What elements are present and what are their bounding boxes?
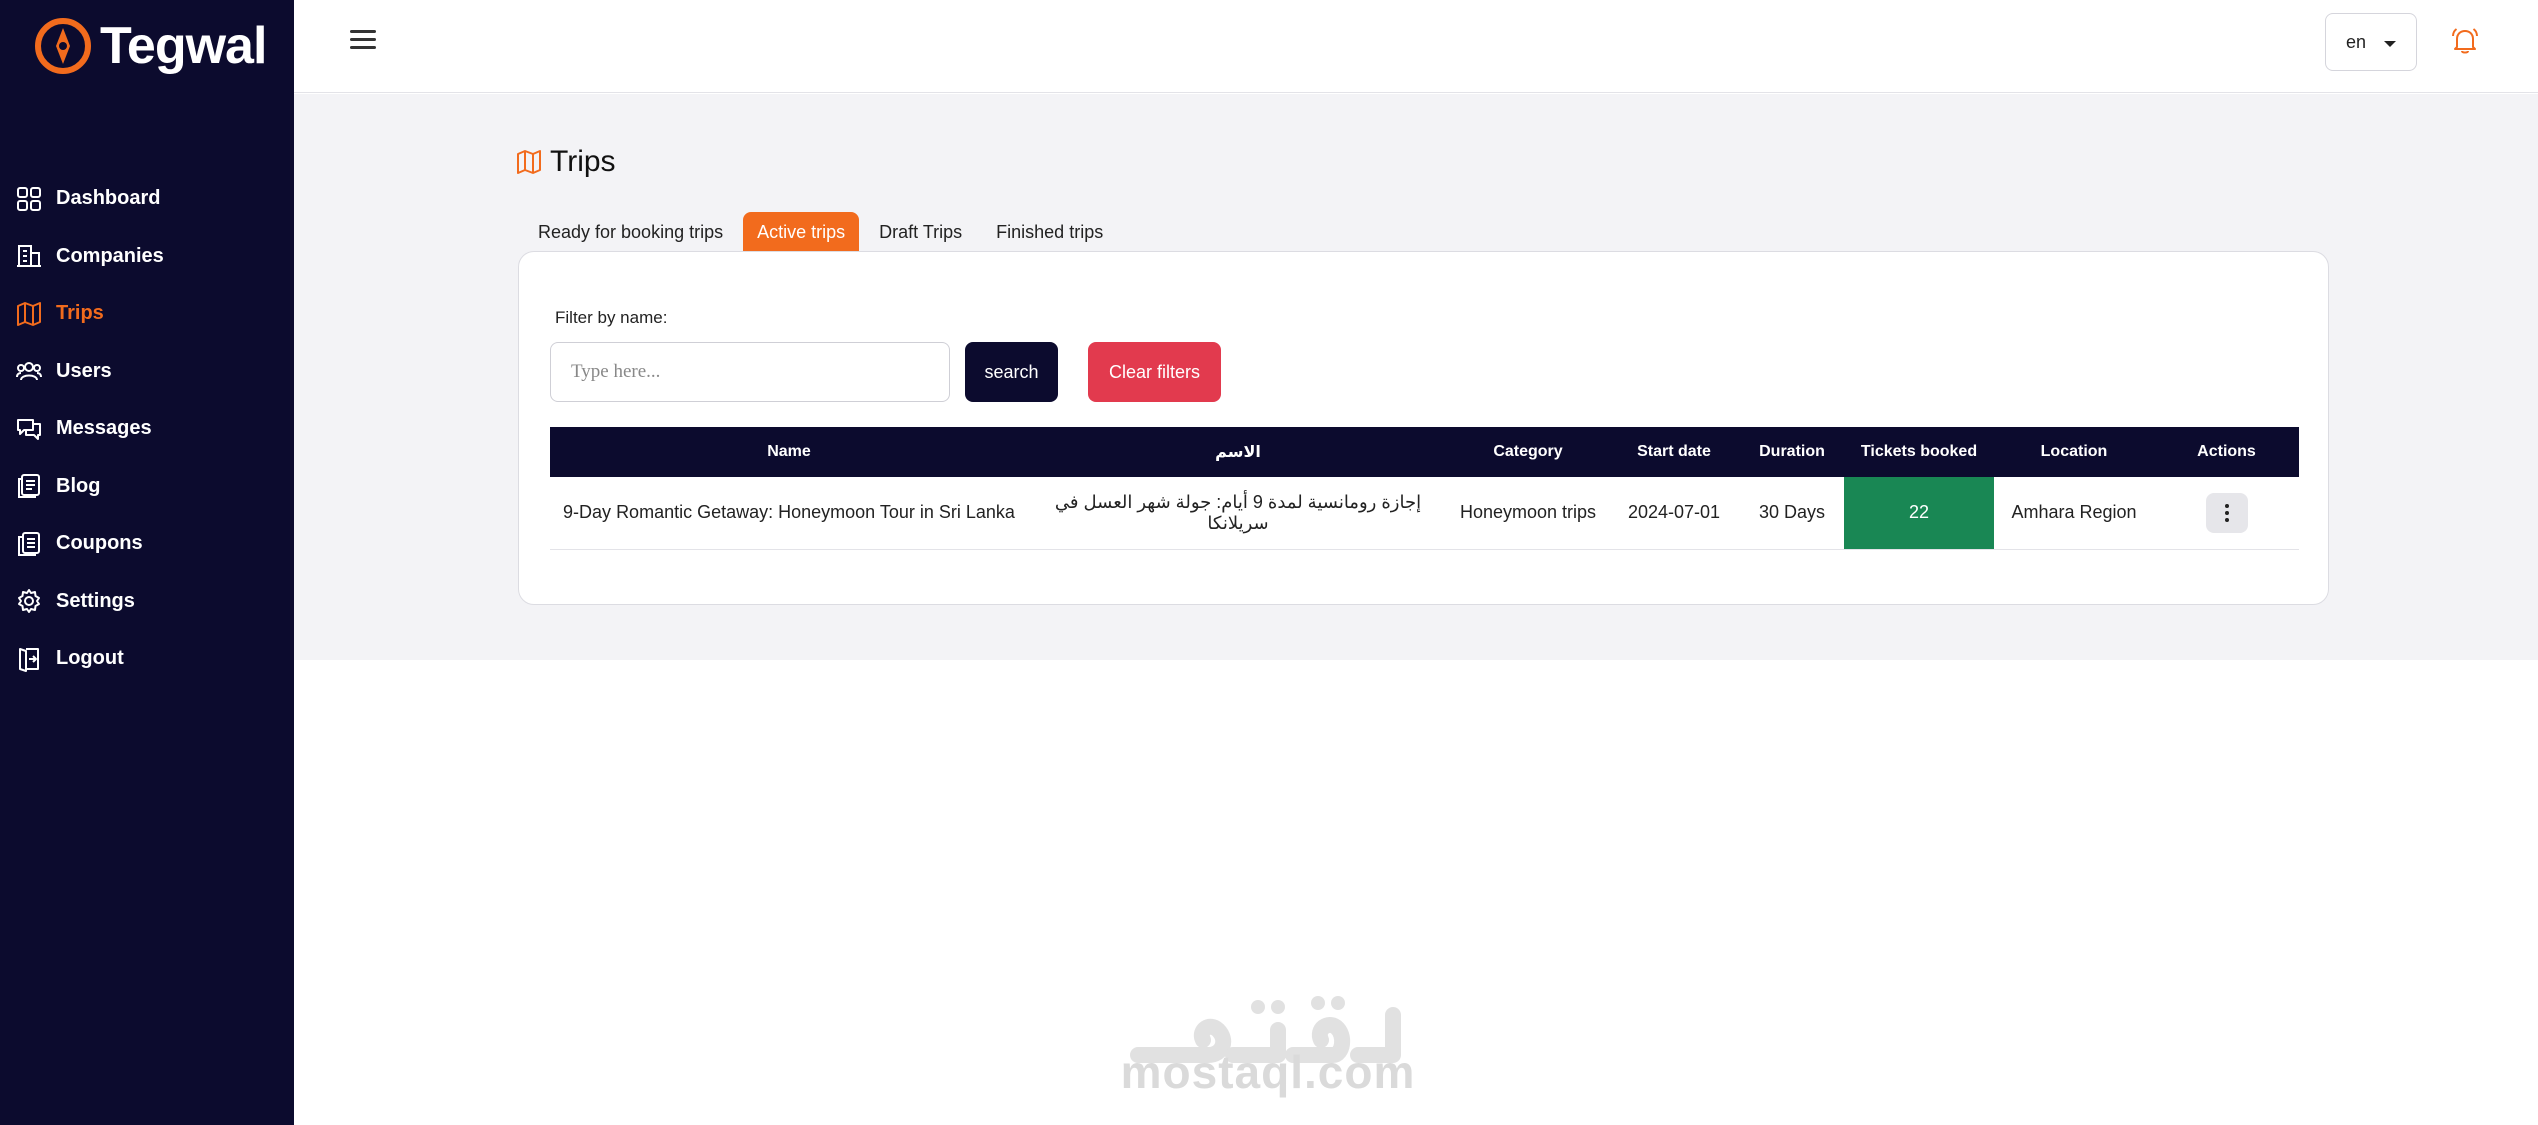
table-row: 9-Day Romantic Getaway: Honeymoon Tour i… <box>550 477 2299 550</box>
column-header-name-ar: الاسم <box>1028 427 1448 477</box>
topbar: en <box>294 0 2538 93</box>
clear-filters-button[interactable]: Clear filters <box>1088 342 1221 402</box>
language-value: en <box>2346 31 2367 52</box>
cell-actions <box>2154 477 2299 550</box>
column-header-tickets-booked: Tickets booked <box>1844 427 1994 477</box>
sidebar-nav: Dashboard Companies Trips Users Messages <box>0 170 294 688</box>
column-header-location: Location <box>1994 427 2154 477</box>
grid-icon <box>16 186 42 212</box>
sidebar-item-coupons[interactable]: Coupons <box>0 515 294 573</box>
sidebar-item-label: Companies <box>56 244 164 267</box>
sidebar: Tegwal Dashboard Companies Trips Users M… <box>0 0 294 1125</box>
cell-tickets-booked: 22 <box>1844 477 1994 550</box>
sidebar-item-messages[interactable]: Messages <box>0 400 294 458</box>
map-icon <box>517 150 541 174</box>
page-title: Trips <box>516 145 616 179</box>
logo[interactable]: Tegwal <box>34 16 267 76</box>
sidebar-item-logout[interactable]: Logout <box>0 630 294 688</box>
sidebar-item-label: Trips <box>56 302 104 325</box>
filter-label: Filter by name: <box>555 308 668 327</box>
gear-icon <box>16 588 42 614</box>
cell-category: Honeymoon trips <box>1448 477 1608 550</box>
sidebar-item-label: Users <box>56 359 112 382</box>
column-header-start-date: Start date <box>1608 427 1740 477</box>
logout-icon <box>16 646 42 672</box>
sidebar-item-label: Logout <box>56 647 124 670</box>
watermark-text: mostaql.com <box>1120 1046 1416 1098</box>
language-select[interactable]: en <box>2325 13 2417 71</box>
sidebar-item-users[interactable]: Users <box>0 343 294 401</box>
sidebar-item-label: Dashboard <box>56 187 161 210</box>
map-icon <box>16 301 42 327</box>
sidebar-item-companies[interactable]: Companies <box>0 228 294 286</box>
cell-name-ar: إجازة رومانسية لمدة 9 أيام: جولة شهر الع… <box>1028 477 1448 550</box>
search-input[interactable] <box>550 342 950 402</box>
users-icon <box>16 358 42 384</box>
sidebar-item-trips[interactable]: Trips <box>0 285 294 343</box>
tab-ready-for-booking[interactable]: Ready for booking trips <box>524 212 737 252</box>
brand-name: Tegwal <box>100 17 267 75</box>
column-header-actions: Actions <box>2154 427 2299 477</box>
building-icon <box>16 243 42 269</box>
coupon-icon <box>16 531 42 557</box>
page-title-text: Trips <box>550 145 616 178</box>
trips-table: Name الاسم Category Start date Duration … <box>550 427 2299 550</box>
chat-icon <box>16 416 42 442</box>
sidebar-item-label: Settings <box>56 589 135 612</box>
trips-card: Filter by name: search Clear filters Nam… <box>518 251 2329 605</box>
tab-finished-trips[interactable]: Finished trips <box>982 212 1117 252</box>
cell-location: Amhara Region <box>1994 477 2154 550</box>
sidebar-item-dashboard[interactable]: Dashboard <box>0 170 294 228</box>
column-header-category: Category <box>1448 427 1608 477</box>
more-vertical-icon <box>2224 501 2229 525</box>
row-actions-button[interactable] <box>2205 492 2248 533</box>
tab-active-trips[interactable]: Active trips <box>743 212 860 252</box>
cell-name: 9-Day Romantic Getaway: Honeymoon Tour i… <box>550 477 1028 550</box>
trip-tabs: Ready for booking trips Active trips Dra… <box>524 212 1123 252</box>
search-button[interactable]: search <box>965 342 1058 402</box>
sidebar-item-blog[interactable]: Blog <box>0 458 294 516</box>
menu-toggle-icon[interactable] <box>350 30 376 54</box>
column-header-name: Name <box>550 427 1028 477</box>
caret-down-icon <box>2384 41 2396 47</box>
sidebar-item-settings[interactable]: Settings <box>0 573 294 631</box>
compass-logo-icon <box>35 18 91 74</box>
sidebar-item-label: Messages <box>56 417 152 440</box>
cell-duration: 30 Days <box>1740 477 1844 550</box>
table-header-row: Name الاسم Category Start date Duration … <box>550 427 2299 477</box>
tab-draft-trips[interactable]: Draft Trips <box>865 212 976 252</box>
sidebar-item-label: Blog <box>56 474 101 497</box>
column-header-duration: Duration <box>1740 427 1844 477</box>
sidebar-item-label: Coupons <box>56 532 143 555</box>
blog-icon <box>16 473 42 499</box>
bell-icon[interactable] <box>2449 25 2481 57</box>
cell-start-date: 2024-07-01 <box>1608 477 1740 550</box>
